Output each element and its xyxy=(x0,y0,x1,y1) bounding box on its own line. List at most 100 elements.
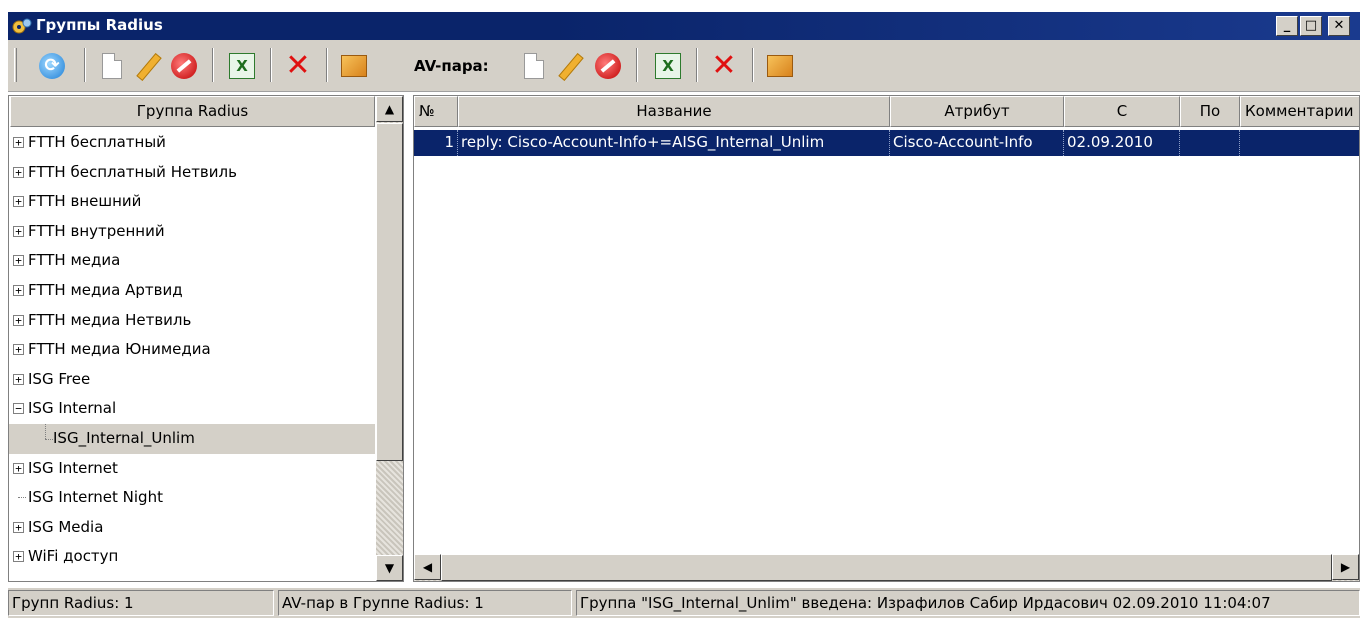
tree-item[interactable]: + FTTH внешний xyxy=(9,187,375,217)
column-header-name[interactable]: Название xyxy=(458,96,890,127)
collapse-icon[interactable]: − xyxy=(13,403,24,415)
delete-icon: ✕ xyxy=(711,48,737,83)
status-bar: Групп Radius: 1 AV-пар в Группе Radius: … xyxy=(8,588,1360,618)
tree-item[interactable]: + ISG Media xyxy=(9,513,375,543)
toolbar: ⟳ X ✕ AV-пара: X ✕ xyxy=(8,40,1360,92)
scroll-up-button[interactable]: ▲ xyxy=(376,96,403,122)
tree-item[interactable]: + FTTH медиа Нетвиль xyxy=(9,306,375,336)
tree-item-label: FTTH внутренний xyxy=(28,221,165,240)
excel-icon: X xyxy=(655,53,681,79)
av-delete-button[interactable]: ✕ xyxy=(708,50,740,82)
table-row-selected[interactable]: 1 reply: Cisco-Account-Info+=AISG_Intern… xyxy=(414,130,1359,156)
cell-comment xyxy=(1240,130,1359,156)
tree-item-label: FTTH бесплатный xyxy=(28,133,166,151)
expand-icon[interactable]: + xyxy=(13,551,24,563)
column-header-from[interactable]: С xyxy=(1064,96,1180,127)
scroll-left-button[interactable]: ◀ xyxy=(414,554,441,580)
tree-item-label: ISG Internet xyxy=(28,458,118,477)
package-icon xyxy=(767,55,793,77)
grid-horizontal-scrollbar[interactable]: ◀ ▶ xyxy=(414,554,1359,581)
tree-item[interactable]: + ISG Internet xyxy=(9,454,375,484)
tree-item-label: FTTH медиа Артвид xyxy=(28,280,183,299)
expand-icon[interactable]: + xyxy=(13,314,24,326)
expand-icon[interactable]: + xyxy=(13,166,24,178)
tree-item[interactable]: + FTTH медиа Артвид xyxy=(9,276,375,306)
maximize-button[interactable]: □ xyxy=(1300,16,1322,36)
av-excel-button[interactable]: X xyxy=(652,50,684,82)
close-button[interactable]: ✕ xyxy=(1328,16,1350,36)
column-header-number[interactable]: № xyxy=(414,96,458,127)
group-delete-button[interactable]: ✕ xyxy=(282,50,314,82)
status-groups-count: Групп Radius: 1 xyxy=(8,590,274,616)
tree-header[interactable]: Группа Radius xyxy=(10,96,375,127)
tree-item-label: FTTH бесплатный Нетвиль xyxy=(28,162,237,181)
tree-item[interactable]: + ISG Free xyxy=(9,365,375,395)
tree-item[interactable]: + FTTH внутренний xyxy=(9,217,375,247)
minimize-button[interactable]: _ xyxy=(1276,16,1298,36)
toolbar-grip[interactable] xyxy=(14,48,17,82)
toolbar-separator xyxy=(84,48,86,82)
cell-to xyxy=(1180,130,1240,156)
scroll-down-button[interactable]: ▼ xyxy=(376,555,403,581)
toolbar-separator xyxy=(326,48,328,82)
group-disable-button[interactable] xyxy=(168,50,200,82)
title-bar: Группы Radius _ □ ✕ xyxy=(0,0,1360,40)
expand-icon[interactable]: + xyxy=(13,462,24,474)
cell-from: 02.09.2010 xyxy=(1064,130,1180,156)
av-new-button[interactable] xyxy=(518,50,550,82)
status-av-pairs-count: AV-пар в Группе Radius: 1 xyxy=(278,590,572,616)
av-edit-button[interactable] xyxy=(554,50,586,82)
radius-group-tree: + FTTH бесплатный + FTTH бесплатный Нетвил… xyxy=(9,128,375,572)
refresh-button[interactable]: ⟳ xyxy=(36,50,68,82)
toolbar-separator xyxy=(696,48,698,82)
expand-icon[interactable]: + xyxy=(13,137,24,148)
expand-icon[interactable]: + xyxy=(13,373,24,385)
toolbar-separator xyxy=(270,48,272,82)
column-header-comment[interactable]: Комментарии xyxy=(1240,96,1359,127)
expand-icon[interactable]: + xyxy=(13,344,24,356)
group-edit-button[interactable] xyxy=(132,50,164,82)
tree-item-label: FTTH медиа Нетвиль xyxy=(28,310,192,329)
cell-attribute: Cisco-Account-Info xyxy=(890,130,1064,156)
column-header-attribute[interactable]: Атрибут xyxy=(890,96,1064,127)
refresh-icon: ⟳ xyxy=(39,53,65,79)
scroll-thumb[interactable] xyxy=(441,554,1332,581)
forbidden-icon xyxy=(171,53,197,79)
tree-item[interactable]: + FTTH медиа Юнимедиа xyxy=(9,335,375,365)
status-info: Группа "ISG_Internal_Unlim" введена: Изр… xyxy=(576,590,1360,616)
scroll-thumb[interactable] xyxy=(376,123,403,461)
tree-item[interactable]: + FTTH бесплатный xyxy=(9,128,375,158)
expand-icon[interactable]: + xyxy=(13,521,24,533)
scroll-right-button[interactable]: ▶ xyxy=(1332,554,1359,580)
tree-item[interactable]: − ISG Internal xyxy=(9,394,375,424)
expand-icon[interactable]: + xyxy=(13,284,24,296)
group-new-button[interactable] xyxy=(96,50,128,82)
av-package-button[interactable] xyxy=(764,50,796,82)
group-package-button[interactable] xyxy=(338,50,370,82)
tree-vertical-scrollbar[interactable]: ▲ ▼ xyxy=(376,96,403,581)
package-icon xyxy=(341,55,367,77)
expand-icon[interactable]: + xyxy=(13,196,24,208)
excel-icon: X xyxy=(229,53,255,79)
tree-item[interactable]: + FTTH бесплатный Нетвиль xyxy=(9,158,375,188)
toolbar-separator xyxy=(636,48,638,82)
tree-item-selected[interactable]: ISG_Internal_Unlim xyxy=(9,423,375,454)
expand-icon[interactable]: + xyxy=(13,255,24,267)
av-pair-label: AV-пара: xyxy=(414,57,489,75)
new-document-icon xyxy=(524,53,544,79)
cell-name: reply: Cisco-Account-Info+=AISG_Internal… xyxy=(458,130,890,156)
pencil-icon xyxy=(556,52,584,80)
tree-item[interactable]: + FTTH медиа xyxy=(9,246,375,276)
tree-item[interactable]: + WiFi доступ xyxy=(9,542,375,572)
group-excel-button[interactable]: X xyxy=(226,50,258,82)
toolbar-separator xyxy=(212,48,214,82)
pencil-icon xyxy=(134,52,162,80)
radius-group-tree-panel: Группа Radius + FTTH бесплатный + FTTH бес… xyxy=(8,95,404,582)
tree-item[interactable]: ISG Internet Night xyxy=(9,483,375,513)
tree-item-label: ISG Media xyxy=(28,517,104,536)
gears-icon xyxy=(12,18,32,34)
av-disable-button[interactable] xyxy=(592,50,624,82)
expand-icon[interactable]: + xyxy=(13,225,24,237)
tree-item-label: ISG Free xyxy=(28,369,91,388)
column-header-to[interactable]: По xyxy=(1180,96,1240,127)
